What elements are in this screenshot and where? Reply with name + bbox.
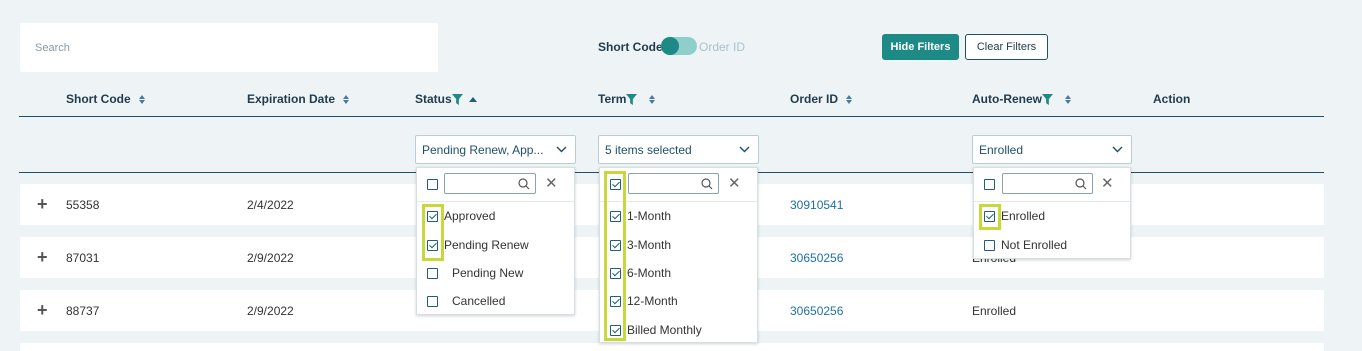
- term-filter-dropdown[interactable]: 5 items selected: [598, 135, 759, 164]
- column-label-order-id: Order ID: [790, 92, 839, 106]
- auto-renew-filter-panel: ✕ Enrolled Not Enrolled: [973, 167, 1131, 259]
- header-divider: [19, 116, 1324, 117]
- hide-filters-button[interactable]: Hide Filters: [882, 34, 959, 60]
- column-header-auto-renew[interactable]: Auto-Renew: [972, 92, 1071, 106]
- search-box[interactable]: [20, 23, 438, 72]
- close-icon[interactable]: ✕: [728, 176, 741, 191]
- short-code-order-id-toggle[interactable]: [661, 37, 697, 55]
- status-filter-panel: ✕ Approved Pending Renew Pending New Can…: [416, 167, 575, 315]
- search-input[interactable]: [20, 23, 438, 72]
- checkbox[interactable]: [427, 267, 438, 279]
- expand-icon[interactable]: +: [37, 301, 48, 319]
- divider: [417, 201, 574, 202]
- cell-short-code: 55358: [66, 198, 100, 212]
- cell-short-code: 87031: [66, 251, 100, 265]
- close-icon[interactable]: ✕: [1101, 176, 1114, 191]
- chevron-down-icon: [739, 146, 750, 153]
- search-icon: [1075, 178, 1087, 190]
- option-label: 3-Month: [627, 238, 672, 252]
- highlight-box: [422, 204, 444, 261]
- term-filter-search-input[interactable]: [628, 173, 719, 194]
- column-label-status: Status: [415, 92, 452, 106]
- close-icon[interactable]: ✕: [545, 176, 558, 191]
- cell-short-code: 88737: [66, 304, 100, 318]
- column-label-expiration-date: Expiration Date: [247, 92, 336, 106]
- expand-icon[interactable]: +: [37, 248, 48, 266]
- option-label: Pending Renew: [444, 238, 529, 252]
- column-label-action: Action: [1153, 92, 1191, 106]
- option-label: Enrolled: [1001, 209, 1046, 223]
- toggle-label-order-id: Order ID: [699, 40, 746, 54]
- table-row[interactable]: [20, 343, 1324, 351]
- option-label: Pending New: [452, 266, 524, 280]
- sort-ascending-icon[interactable]: [468, 96, 477, 102]
- cell-expiration-date: 2/4/2022: [247, 198, 294, 212]
- term-filter-value: 5 items selected: [605, 142, 692, 157]
- option-label: Billed Monthly: [627, 323, 702, 337]
- auto-renew-option-not-enrolled[interactable]: Not Enrolled: [984, 238, 1067, 252]
- filter-icon[interactable]: [626, 93, 638, 105]
- column-header-short-code[interactable]: Short Code: [66, 92, 145, 106]
- cell-order-id-link[interactable]: 30650256: [790, 251, 843, 265]
- sort-icon[interactable]: [649, 94, 656, 104]
- expand-icon[interactable]: +: [37, 195, 48, 213]
- option-label: Approved: [444, 209, 496, 223]
- cell-order-id-link[interactable]: 30650256: [790, 304, 843, 318]
- divider: [974, 201, 1130, 202]
- option-label: Cancelled: [452, 294, 506, 308]
- search-icon: [518, 178, 530, 190]
- column-header-expiration-date[interactable]: Expiration Date: [247, 92, 350, 106]
- sort-icon[interactable]: [138, 94, 145, 104]
- column-header-action: Action: [1153, 92, 1190, 106]
- column-header-term[interactable]: Term: [598, 92, 656, 106]
- cell-auto-renew: Enrolled: [972, 304, 1017, 318]
- cell-expiration-date: 2/9/2022: [247, 304, 294, 318]
- column-label-term: Term: [598, 92, 627, 106]
- column-header-order-id[interactable]: Order ID: [790, 92, 853, 106]
- auto-renew-filter-value: Enrolled: [979, 142, 1024, 157]
- filter-icon[interactable]: [451, 93, 463, 105]
- status-filter-dropdown[interactable]: Pending Renew, App...: [415, 135, 576, 164]
- column-label-auto-renew: Auto-Renew: [972, 92, 1042, 106]
- status-filter-value: Pending Renew, App...: [422, 142, 544, 157]
- search-icon: [701, 178, 713, 190]
- cell-order-id-link[interactable]: 30910541: [790, 198, 843, 212]
- option-label: 6-Month: [627, 266, 672, 280]
- sort-icon[interactable]: [343, 94, 350, 104]
- status-option-cancelled[interactable]: Cancelled: [427, 294, 505, 308]
- option-label: Not Enrolled: [1001, 238, 1068, 252]
- option-label: 12-Month: [627, 294, 678, 308]
- highlight-box: [604, 171, 626, 341]
- select-all-checkbox[interactable]: [427, 179, 438, 190]
- column-label-short-code: Short Code: [66, 92, 131, 106]
- toggle-knob[interactable]: [661, 37, 679, 55]
- auto-renew-filter-search-input[interactable]: [1002, 173, 1093, 194]
- chevron-down-icon: [1112, 146, 1123, 153]
- term-filter-panel: ✕ 1-Month 3-Month 6-Month 12-Month Bille…: [599, 167, 758, 343]
- status-option-pending-new[interactable]: Pending New: [427, 266, 523, 280]
- select-all-checkbox[interactable]: [984, 179, 995, 190]
- column-header-status[interactable]: Status: [415, 92, 477, 106]
- clear-filters-button[interactable]: Clear Filters: [965, 34, 1048, 60]
- checkbox[interactable]: [427, 295, 438, 307]
- filter-icon[interactable]: [1042, 93, 1053, 105]
- checkbox[interactable]: [984, 239, 995, 251]
- chevron-down-icon: [556, 146, 567, 153]
- highlight-box: [979, 204, 1001, 230]
- status-filter-search-input[interactable]: [444, 173, 536, 194]
- toggle-label-short-code: Short Code: [598, 40, 663, 54]
- sort-icon[interactable]: [846, 94, 853, 104]
- sort-icon[interactable]: [1065, 94, 1071, 104]
- cell-expiration-date: 2/9/2022: [247, 251, 294, 265]
- auto-renew-filter-dropdown[interactable]: Enrolled: [972, 135, 1132, 164]
- option-label: 1-Month: [627, 209, 672, 223]
